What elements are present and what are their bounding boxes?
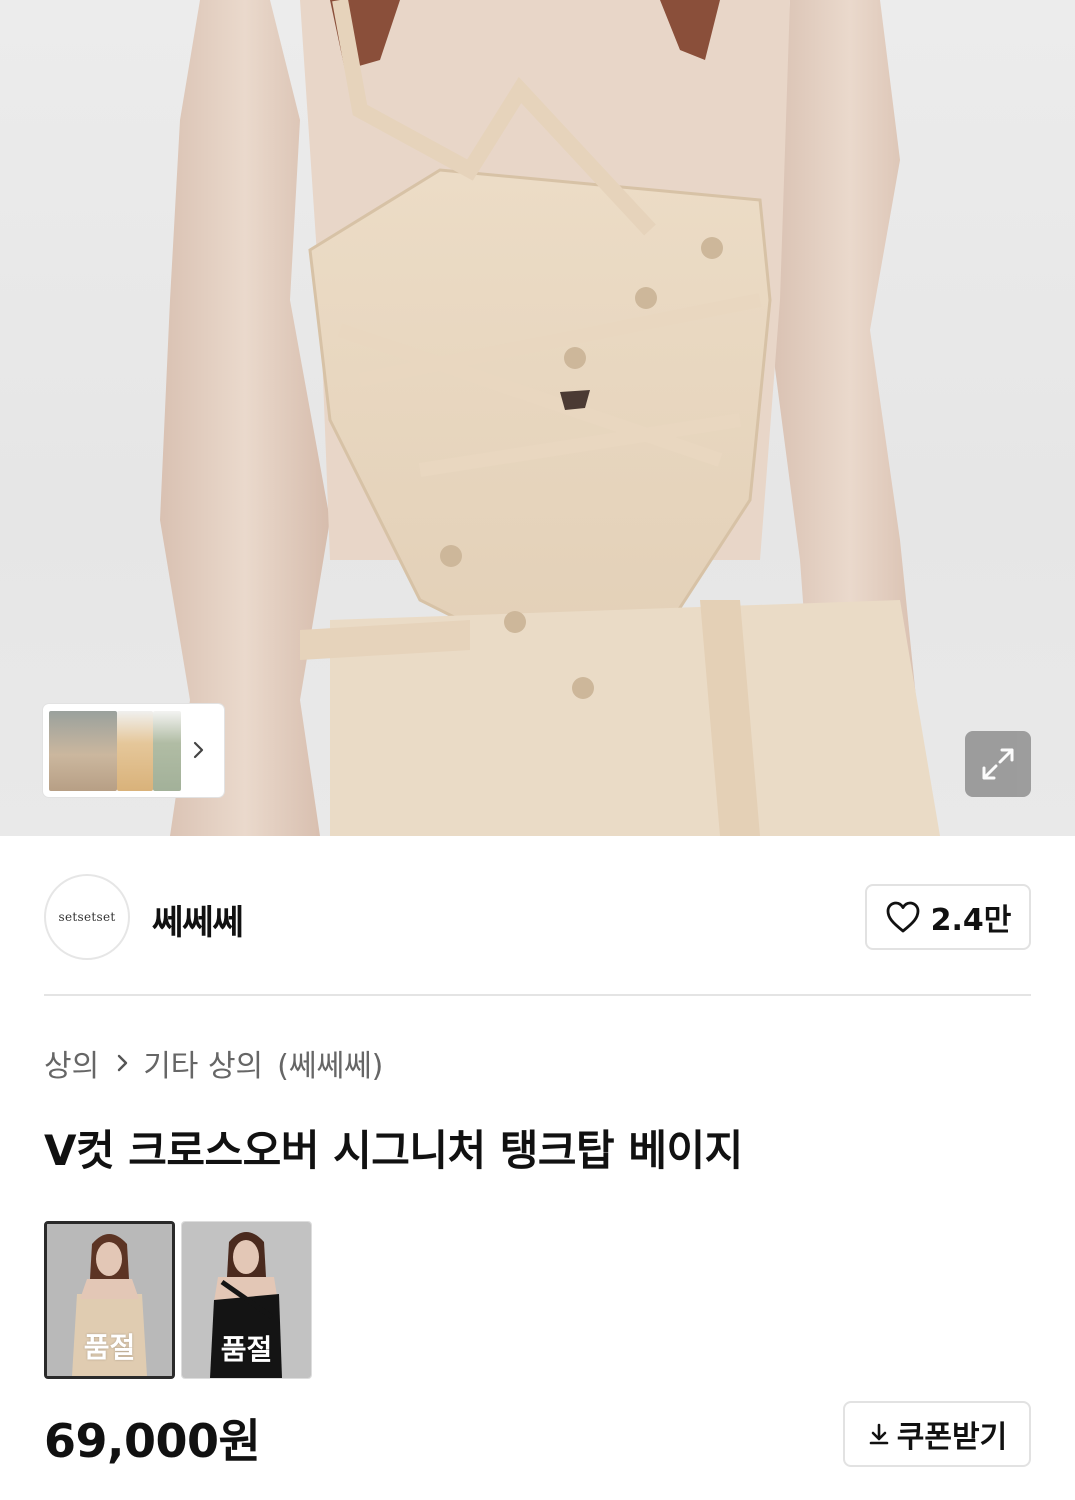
color-option-beige[interactable]: 품절: [44, 1221, 175, 1379]
gallery-thumbnail[interactable]: [117, 711, 153, 791]
chevron-right-icon: [115, 1052, 131, 1074]
product-hero-image[interactable]: [0, 0, 1075, 836]
chevron-right-icon[interactable]: [186, 738, 210, 762]
soldout-label: 품절: [83, 1331, 136, 1364]
shop-logo-text: setsetset: [58, 910, 116, 924]
breadcrumb-subcategory[interactable]: 기타 상의: [143, 1041, 263, 1085]
expand-icon: [982, 748, 1014, 780]
shop-name[interactable]: 쎄쎄쎄: [152, 895, 244, 944]
breadcrumb-category[interactable]: 상의: [44, 1041, 99, 1085]
color-option-black[interactable]: 품절: [181, 1221, 312, 1379]
soldout-label: 품절: [220, 1333, 273, 1366]
product-price: 69,000원: [44, 1414, 261, 1468]
coupon-label: 쿠폰받기: [896, 1420, 1008, 1455]
like-button[interactable]: 2.4만: [865, 884, 1031, 950]
like-count: 2.4만: [930, 903, 1012, 938]
expand-image-button[interactable]: [965, 731, 1031, 797]
breadcrumb: 상의 기타 상의 (쎄쎄쎄): [44, 1040, 383, 1086]
gallery-thumbnail-strip[interactable]: [43, 704, 224, 797]
product-title: V컷 크로스오버 시그니처 탱크탑 베이지: [44, 1126, 743, 1175]
breadcrumb-brand[interactable]: (쎄쎄쎄): [277, 1041, 383, 1085]
heart-icon: [886, 901, 920, 933]
shop-logo[interactable]: setsetset: [44, 874, 130, 960]
gallery-thumbnail[interactable]: [153, 711, 181, 791]
divider: [44, 994, 1031, 996]
download-icon: [869, 1423, 889, 1445]
coupon-button[interactable]: 쿠폰받기: [843, 1401, 1031, 1467]
gallery-thumbnail[interactable]: [49, 711, 117, 791]
